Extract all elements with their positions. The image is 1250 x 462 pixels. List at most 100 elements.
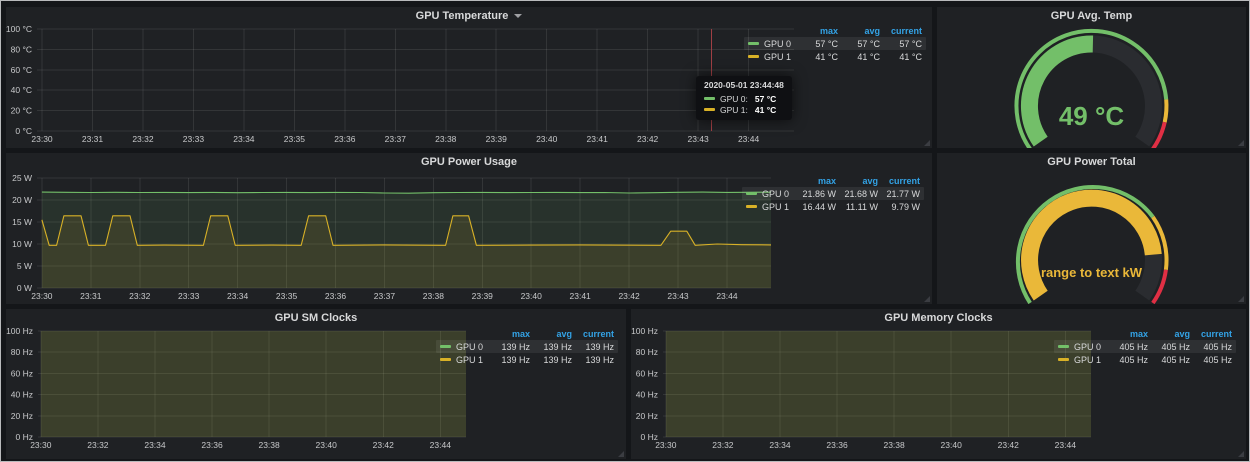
panel-gpu-temperature: GPU Temperature 0 °C20 °C40 °C60 °C80 °C… xyxy=(6,7,932,148)
svg-text:23:33: 23:33 xyxy=(178,291,200,301)
svg-text:23:38: 23:38 xyxy=(435,134,457,144)
panel-gpu-avg-temp: GPU Avg. Temp 49 °C xyxy=(937,7,1246,148)
series-swatch-icon xyxy=(1058,345,1069,348)
svg-text:10 W: 10 W xyxy=(12,239,32,249)
panel-menu-caret-icon[interactable] xyxy=(514,14,522,18)
legend-header-avg[interactable]: avg xyxy=(530,329,572,339)
svg-text:23:39: 23:39 xyxy=(486,134,508,144)
svg-text:23:43: 23:43 xyxy=(687,134,709,144)
grafana-dashboard: GPU Temperature 0 °C20 °C40 °C60 °C80 °C… xyxy=(0,0,1250,462)
svg-text:80 Hz: 80 Hz xyxy=(11,347,33,357)
panel-gpu-sm-clocks: GPU SM Clocks 0 Hz20 Hz40 Hz60 Hz80 Hz10… xyxy=(6,309,626,459)
legend-row-gpu1[interactable]: GPU 1405 Hz405 Hz405 Hz xyxy=(1054,353,1236,366)
panel-gpu-power-usage: GPU Power Usage 0 W5 W10 W15 W20 W25 W23… xyxy=(6,153,932,304)
tooltip-row: GPU 1:41 °C xyxy=(704,104,784,115)
series-swatch-icon xyxy=(704,108,715,111)
panel-title-gpu-memory-clocks[interactable]: GPU Memory Clocks xyxy=(631,312,1246,324)
legend-row-gpu0[interactable]: GPU 021.86 W21.68 W21.77 W xyxy=(742,187,924,200)
legend-header-current[interactable]: current xyxy=(878,176,920,186)
svg-text:60 Hz: 60 Hz xyxy=(11,368,33,378)
series-swatch-icon xyxy=(1058,358,1069,361)
panel-title-gpu-power-total[interactable]: GPU Power Total xyxy=(937,156,1246,168)
svg-text:23:40: 23:40 xyxy=(316,440,338,450)
panel-resize-handle[interactable] xyxy=(618,451,624,457)
svg-text:23:32: 23:32 xyxy=(87,440,109,450)
svg-text:23:34: 23:34 xyxy=(144,440,166,450)
svg-text:15 W: 15 W xyxy=(12,217,32,227)
legend-row-gpu1[interactable]: GPU 141 °C41 °C41 °C xyxy=(744,50,926,63)
legend-row-gpu0[interactable]: GPU 0139 Hz139 Hz139 Hz xyxy=(436,340,618,353)
panel-resize-handle[interactable] xyxy=(924,296,930,302)
panel-resize-handle[interactable] xyxy=(1238,140,1244,146)
panel-resize-handle[interactable] xyxy=(1238,451,1244,457)
svg-text:23:42: 23:42 xyxy=(373,440,395,450)
legend-header-current[interactable]: current xyxy=(1190,329,1232,339)
temperature-gauge: 49 °C xyxy=(937,7,1246,148)
svg-text:23:34: 23:34 xyxy=(233,134,255,144)
legend-header-max[interactable]: max xyxy=(796,26,838,36)
svg-text:23:41: 23:41 xyxy=(587,134,609,144)
svg-text:23:36: 23:36 xyxy=(826,440,848,450)
legend-header-max[interactable]: max xyxy=(1106,329,1148,339)
legend-header-current[interactable]: current xyxy=(572,329,614,339)
legend-table: maxavgcurrent GPU 0139 Hz139 Hz139 Hz GP… xyxy=(436,327,618,366)
svg-text:40 °C: 40 °C xyxy=(11,85,32,95)
svg-text:23:30: 23:30 xyxy=(31,291,53,301)
svg-text:40 Hz: 40 Hz xyxy=(11,390,33,400)
series-swatch-icon xyxy=(748,42,759,45)
svg-text:23:39: 23:39 xyxy=(472,291,494,301)
legend-header-avg[interactable]: avg xyxy=(838,26,880,36)
power-gauge: range to text kW xyxy=(937,153,1246,304)
svg-text:5 W: 5 W xyxy=(17,261,32,271)
legend-header-row: maxavgcurrent xyxy=(744,24,926,37)
legend-row-gpu1[interactable]: GPU 116.44 W11.11 W9.79 W xyxy=(742,200,924,213)
svg-text:23:32: 23:32 xyxy=(129,291,151,301)
legend-header-avg[interactable]: avg xyxy=(836,176,878,186)
legend-header-max[interactable]: max xyxy=(488,329,530,339)
tooltip-row: GPU 0:57 °C xyxy=(704,93,784,104)
svg-text:23:37: 23:37 xyxy=(385,134,407,144)
svg-text:23:41: 23:41 xyxy=(570,291,592,301)
svg-text:23:44: 23:44 xyxy=(716,291,738,301)
svg-text:23:42: 23:42 xyxy=(998,440,1020,450)
svg-text:23:32: 23:32 xyxy=(132,134,154,144)
series-swatch-icon xyxy=(440,345,451,348)
panel-title-gpu-power-usage[interactable]: GPU Power Usage xyxy=(6,156,932,168)
legend-table: maxavgcurrent GPU 0405 Hz405 Hz405 Hz GP… xyxy=(1054,327,1236,366)
svg-text:20 Hz: 20 Hz xyxy=(636,411,658,421)
legend-header-max[interactable]: max xyxy=(794,176,836,186)
svg-text:100 °C: 100 °C xyxy=(6,24,32,34)
legend-header-avg[interactable]: avg xyxy=(1148,329,1190,339)
svg-text:23:38: 23:38 xyxy=(423,291,445,301)
tooltip-timestamp: 2020-05-01 23:44:48 xyxy=(704,80,784,90)
svg-text:23:35: 23:35 xyxy=(276,291,298,301)
svg-text:23:43: 23:43 xyxy=(667,291,689,301)
svg-text:23:31: 23:31 xyxy=(80,291,102,301)
svg-text:23:44: 23:44 xyxy=(1055,440,1077,450)
legend-header-row: maxavgcurrent xyxy=(436,327,618,340)
svg-text:23:33: 23:33 xyxy=(183,134,205,144)
legend-header-row: maxavgcurrent xyxy=(742,174,924,187)
legend-row-gpu1[interactable]: GPU 1139 Hz139 Hz139 Hz xyxy=(436,353,618,366)
panel-title-gpu-sm-clocks[interactable]: GPU SM Clocks xyxy=(6,312,626,324)
svg-text:100 Hz: 100 Hz xyxy=(6,326,33,336)
panel-resize-handle[interactable] xyxy=(924,140,930,146)
svg-text:23:36: 23:36 xyxy=(334,134,356,144)
svg-text:20 Hz: 20 Hz xyxy=(11,411,33,421)
legend-header-row: maxavgcurrent xyxy=(1054,327,1236,340)
svg-text:0 W: 0 W xyxy=(17,283,32,293)
svg-text:40 Hz: 40 Hz xyxy=(636,390,658,400)
legend-header-current[interactable]: current xyxy=(880,26,922,36)
svg-text:23:36: 23:36 xyxy=(325,291,347,301)
svg-text:23:34: 23:34 xyxy=(227,291,249,301)
panel-title-text: GPU Temperature xyxy=(416,10,509,22)
panel-title-gpu-temperature[interactable]: GPU Temperature xyxy=(6,10,932,22)
series-swatch-icon xyxy=(704,97,715,100)
svg-text:0 °C: 0 °C xyxy=(15,126,32,136)
series-swatch-icon xyxy=(440,358,451,361)
legend-row-gpu0[interactable]: GPU 057 °C57 °C57 °C xyxy=(744,37,926,50)
legend-row-gpu0[interactable]: GPU 0405 Hz405 Hz405 Hz xyxy=(1054,340,1236,353)
panel-resize-handle[interactable] xyxy=(1238,296,1244,302)
svg-text:23:42: 23:42 xyxy=(637,134,659,144)
panel-title-gpu-avg-temp[interactable]: GPU Avg. Temp xyxy=(937,10,1246,22)
